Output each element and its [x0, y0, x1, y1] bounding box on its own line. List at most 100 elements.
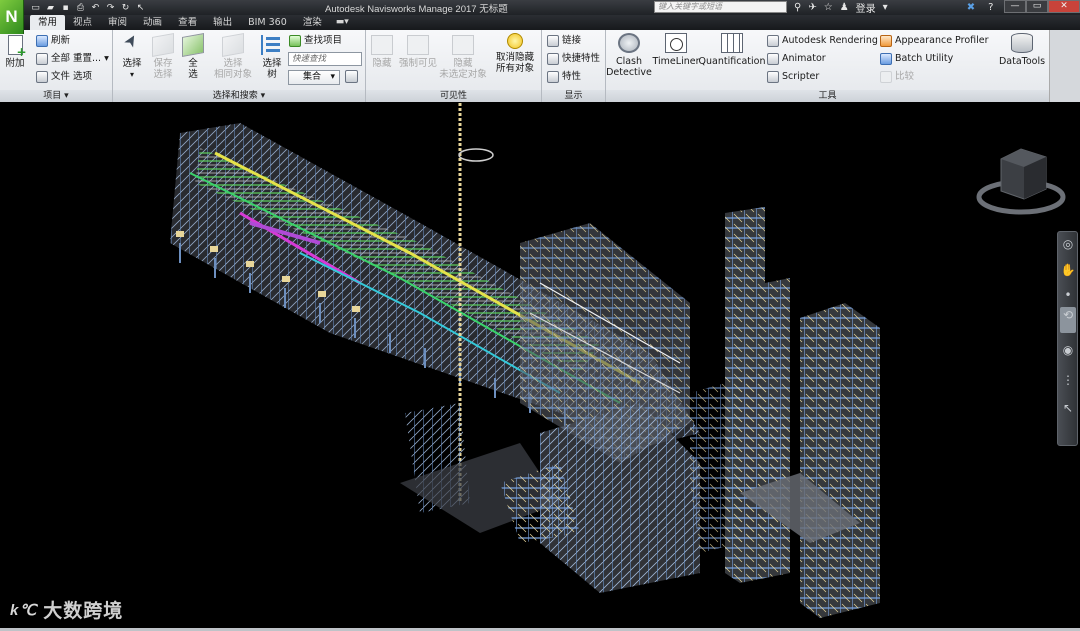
minimize-button[interactable]: — [1004, 0, 1026, 13]
require-button[interactable]: 强制可见 [398, 35, 438, 69]
file-options-label: 文件 选项 [51, 71, 93, 82]
watermark-text: 大数跨境 [43, 601, 124, 622]
select-button[interactable]: 选择 ▾ [118, 35, 146, 80]
tab-view[interactable]: 查看 [170, 15, 205, 30]
compare-label: 比较 [895, 71, 915, 82]
quantification-icon [721, 33, 743, 53]
find-items-button[interactable]: 查找项目 [289, 34, 342, 48]
scripter-button[interactable]: Scripter [767, 70, 819, 84]
save-selection-icon [152, 33, 174, 57]
user-icon[interactable]: ♟ [840, 2, 849, 13]
select-pointer-icon[interactable]: ↖ [135, 3, 146, 13]
select-all-icon [182, 33, 204, 57]
find-items-label: 查找项目 [304, 35, 343, 46]
application-menu-button[interactable]: N [0, 0, 24, 34]
favorites-star-icon[interactable]: ☆ [824, 2, 833, 13]
communication-center-icon[interactable]: ✈ [808, 2, 816, 13]
clash-detective-icon [618, 33, 640, 53]
help-search-input[interactable]: 键入关键字或短语 [654, 1, 787, 13]
refresh-icon[interactable]: ↻ [120, 3, 131, 13]
look-around-icon[interactable]: ◉ [1060, 342, 1076, 358]
tab-viewpoint[interactable]: 视点 [65, 15, 100, 30]
panel-label-display: 显示 [542, 90, 605, 102]
ribbon-tabs: 常用 视点 审阅 动画 查看 输出 BIM 360 渲染 ▬▾ [0, 15, 1080, 30]
links-button[interactable]: 链接 [547, 34, 581, 48]
tab-output[interactable]: 输出 [205, 15, 240, 30]
file-options-button[interactable]: 文件 选项 [36, 70, 92, 84]
clash-detective-button[interactable]: Clash Detective [606, 33, 652, 78]
tab-home[interactable]: 常用 [30, 15, 66, 30]
timeliner-button[interactable]: TimeLiner [653, 33, 699, 67]
undo-icon[interactable]: ↶ [90, 3, 101, 13]
hide-icon [371, 35, 393, 55]
selection-tree-label-2: 树 [267, 69, 277, 80]
save-icon[interactable]: ▪ [60, 3, 71, 13]
orbit-tool-icon[interactable]: ⟲ [1060, 307, 1076, 333]
dropdown-chevron-icon[interactable]: ▾ [883, 2, 888, 13]
tab-animation[interactable]: 动画 [135, 15, 170, 30]
tab-review[interactable]: 审阅 [100, 15, 135, 30]
select-same-button[interactable]: 选择 相同对象 [211, 33, 255, 80]
manage-sets-button[interactable] [345, 70, 359, 84]
print-icon[interactable]: ⎙ [75, 3, 86, 13]
batch-utility-label: Batch Utility [895, 53, 954, 64]
quick-properties-label: 快捷特性 [562, 53, 601, 64]
reset-all-button[interactable]: 全部 重置... ▾ [36, 52, 109, 66]
selection-tree-button[interactable]: 选择 树 [259, 35, 285, 80]
require-label: 强制可见 [398, 58, 437, 69]
panel-label-visibility: 可见性 [366, 90, 541, 102]
login-link[interactable]: 登录 [856, 0, 876, 15]
unhide-all-label-1: 取消隐藏 [495, 52, 534, 63]
append-button[interactable]: 附加 [3, 35, 27, 69]
hide-unselected-button[interactable]: 隐藏 未选定对象 [439, 35, 487, 80]
panel-label-select-search[interactable]: 选择和搜索 ▾ [113, 90, 365, 102]
rendering-teapot-icon [767, 35, 779, 47]
exchange-icon[interactable]: ✖ [967, 2, 975, 13]
reset-all-label: 全部 重置... [51, 53, 102, 64]
compare-button[interactable]: 比较 [880, 70, 914, 84]
viewcube[interactable] [976, 139, 1066, 219]
ribbon-minimize-toggle-icon[interactable]: ▬▾ [330, 15, 355, 30]
scene-viewport[interactable]: ◎ ✋ • ⟲ ◉ ⋮ ↖ [0, 103, 1080, 628]
sets-dropdown[interactable]: 集合 [288, 70, 340, 85]
help-icon[interactable]: ? [988, 2, 993, 13]
clash-label-2: Detective [606, 67, 652, 78]
reset-icon [36, 53, 48, 65]
select-all-button[interactable]: 全 选 [180, 33, 206, 80]
tab-bim360[interactable]: BIM 360 [240, 15, 295, 30]
hide-button[interactable]: 隐藏 [368, 35, 396, 69]
close-button[interactable]: ✕ [1048, 0, 1080, 13]
lightbulb-icon [507, 33, 523, 49]
watermark-mark: k℃ [10, 601, 38, 619]
quick-properties-button[interactable]: 快捷特性 [547, 52, 600, 66]
refresh-button[interactable]: 刷新 [36, 34, 70, 48]
animator-button[interactable]: Animator [767, 52, 826, 66]
redo-icon[interactable]: ↷ [105, 3, 116, 13]
properties-button[interactable]: 特性 [547, 70, 581, 84]
save-selection-button[interactable]: 保存 选择 [149, 33, 177, 80]
panel-label-project[interactable]: 项目 ▾ [0, 90, 112, 102]
appearance-profiler-button[interactable]: Appearance Profiler [880, 34, 989, 48]
select-cursor-icon[interactable]: ↖ [1060, 400, 1076, 416]
binoculars-icon[interactable]: ⚲ [794, 2, 801, 13]
quick-find-input[interactable]: 快速查找 [288, 52, 362, 66]
unhide-all-button[interactable]: 取消隐藏 所有对象 [492, 33, 538, 74]
quantification-button[interactable]: Quantification [699, 33, 765, 67]
datatools-button[interactable]: DataTools [998, 33, 1046, 67]
open-file-icon[interactable]: ▰ [45, 3, 56, 13]
rendering-label: Autodesk Rendering [782, 35, 878, 46]
pan-hand-icon[interactable]: ✋ [1060, 262, 1076, 278]
autodesk-rendering-button[interactable]: Autodesk Rendering [767, 34, 878, 48]
new-file-icon[interactable]: ▭ [30, 3, 41, 13]
walk-footsteps-icon[interactable]: ⋮ [1060, 372, 1076, 388]
append-label: 附加 [5, 58, 25, 69]
tab-render[interactable]: 渲染 [295, 15, 330, 30]
properties-icon [547, 71, 559, 83]
maximize-button[interactable]: ▭ [1026, 0, 1048, 13]
select-same-label-1: 选择 [223, 58, 243, 69]
animator-label: Animator [782, 53, 826, 64]
zoom-icon[interactable]: • [1060, 287, 1076, 303]
chevron-down-icon: ▾ [129, 70, 134, 79]
batch-utility-button[interactable]: Batch Utility [880, 52, 953, 66]
steering-wheel-icon[interactable]: ◎ [1060, 236, 1076, 252]
